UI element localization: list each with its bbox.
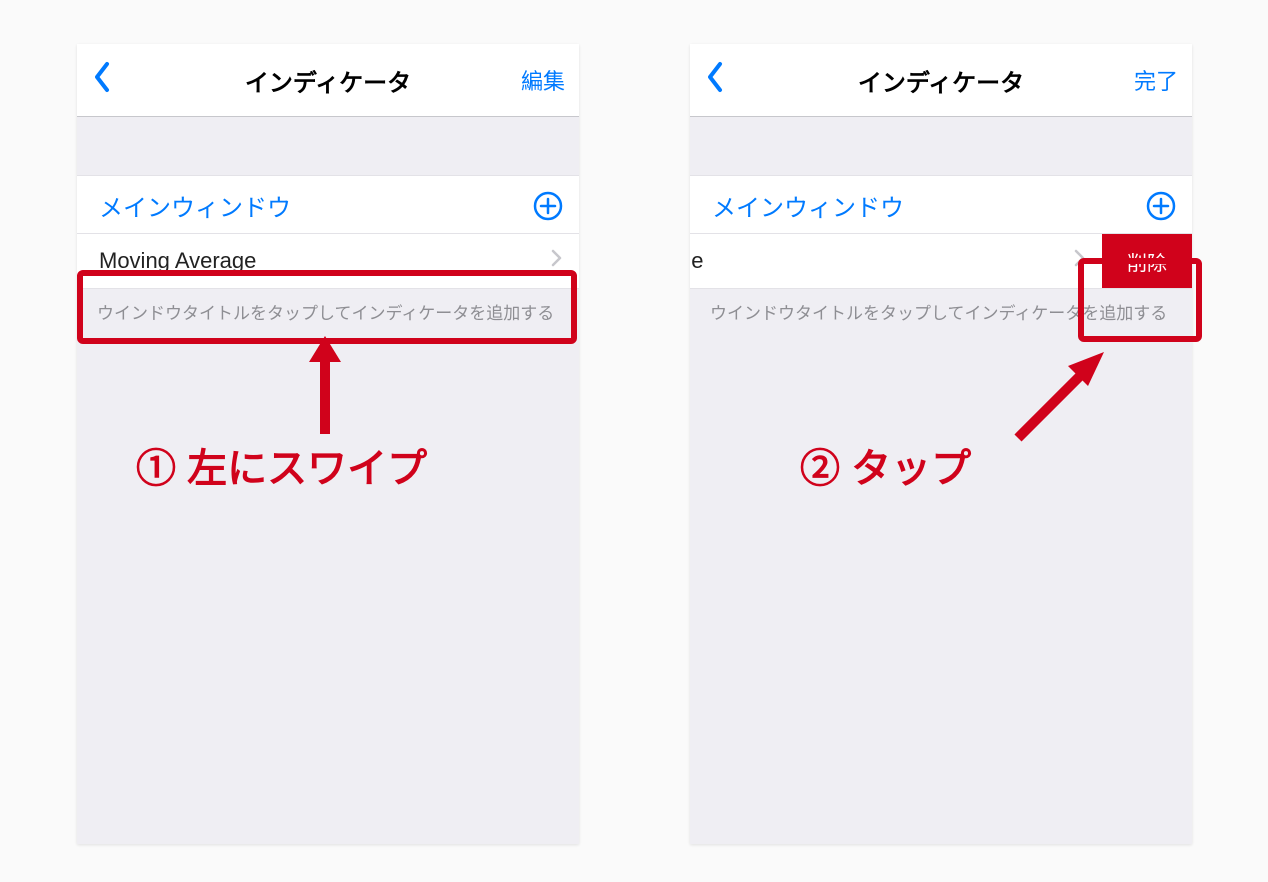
navbar: インディケータ 編集 <box>77 44 579 117</box>
chevron-right-icon <box>551 249 563 273</box>
plus-circle-icon[interactable] <box>533 191 563 221</box>
indicator-row-moving-average[interactable]: Moving Average <box>77 234 579 289</box>
navbar: インディケータ 完了 <box>690 44 1192 117</box>
section-title: メインウィンドウ <box>99 188 291 223</box>
delete-button[interactable]: 削除 <box>1102 234 1192 288</box>
section-header-main-window[interactable]: メインウィンドウ <box>77 175 579 234</box>
page-title: インディケータ <box>760 63 1122 98</box>
spacer <box>690 117 1192 175</box>
indicator-row-moving-average-swiped[interactable]: Average 削除 <box>690 234 1192 289</box>
plus-circle-icon[interactable] <box>1146 191 1176 221</box>
back-button[interactable] <box>704 60 760 101</box>
footer-hint: ウインドウタイトルをタップしてインディケータを追加する <box>690 289 1192 334</box>
edit-button[interactable]: 編集 <box>509 64 565 96</box>
indicator-row-label: Moving Average <box>99 248 256 274</box>
chevron-right-icon <box>1074 249 1086 273</box>
page-title: インディケータ <box>147 63 509 98</box>
annotation-caption-right: ② タップ <box>800 436 971 494</box>
done-button[interactable]: 完了 <box>1122 64 1178 96</box>
annotation-arrow-right <box>1000 340 1120 450</box>
section-title: メインウィンドウ <box>712 188 904 223</box>
spacer <box>77 117 579 175</box>
indicator-row-label: Average <box>690 248 704 274</box>
back-button[interactable] <box>91 60 147 101</box>
footer-hint: ウインドウタイトルをタップしてインディケータを追加する <box>77 289 579 334</box>
annotation-caption-left: ① 左にスワイプ <box>136 436 427 494</box>
annotation-arrow-left <box>305 336 345 436</box>
section-header-main-window[interactable]: メインウィンドウ <box>690 175 1192 234</box>
